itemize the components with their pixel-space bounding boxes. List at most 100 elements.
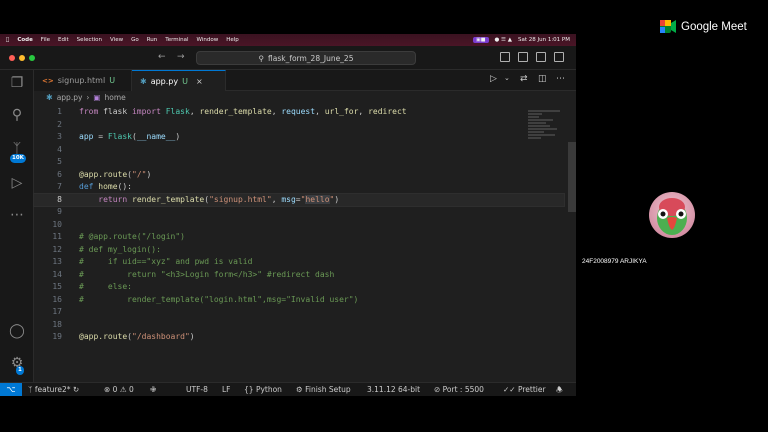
menu-run[interactable]: Run <box>147 37 158 43</box>
notifications-bell-icon[interactable]: 🕭 <box>556 383 563 396</box>
code-line: 2 <box>57 119 62 129</box>
code-line: 5 <box>57 157 62 166</box>
code-line: 19 @app.route("/dashboard") <box>52 332 195 341</box>
participant-tile[interactable]: 24F2008979 ARJIKYA <box>578 162 768 269</box>
code-line: 12 # def my_login(): <box>52 244 161 254</box>
toggle-bottom-panel-icon[interactable] <box>536 52 546 62</box>
editor-tabs: <> signup.html U ✱ app.py U × ▷ ⌄ ⇄ ◫ ⋯ <box>34 70 576 91</box>
toggle-sidebar-icon[interactable] <box>518 52 528 62</box>
run-dropdown-chevron-icon[interactable]: ⌄ <box>504 74 510 82</box>
screen-share-indicator-icon[interactable]: ▣■ <box>473 37 489 43</box>
code-editor[interactable]: 1 from flask import Flask, render_templat… <box>33 104 576 382</box>
branch-indicator[interactable]: ᛉ feature2* ↻ <box>28 383 79 396</box>
code-line: 10 <box>52 219 62 229</box>
command-center-search[interactable]: ⚲ flask_form_28_June_25 <box>196 51 416 65</box>
source-control-badge: 10K <box>10 154 26 163</box>
menu-go[interactable]: Go <box>131 37 139 43</box>
minimize-window-button[interactable] <box>19 55 25 61</box>
tab-status: U <box>109 76 116 85</box>
menu-window[interactable]: Window <box>197 37 219 43</box>
close-window-button[interactable] <box>9 55 15 61</box>
code-line: 16 # render_template("login.html",msg="In… <box>52 294 359 304</box>
google-meet-logo: Google Meet <box>660 20 747 33</box>
google-meet-icon <box>660 20 676 33</box>
tab-status: U <box>182 76 188 86</box>
breadcrumb: ✱ app.py › ▣ home <box>34 91 576 104</box>
chevron-right-icon: › <box>86 93 90 102</box>
code-line: 13 # if uid=="xyz" and pwd is valid <box>52 257 253 266</box>
explorer-icon[interactable]: ❐ <box>8 74 26 92</box>
code-line: 11 # @app.route("/login") <box>52 232 185 241</box>
menu-selection[interactable]: Selection <box>77 37 102 43</box>
settings-badge: 1 <box>16 366 24 375</box>
search-icon[interactable]: ⚲ <box>8 106 26 124</box>
forward-arrow-icon[interactable]: → <box>177 52 185 62</box>
menu-view[interactable]: View <box>110 37 123 43</box>
code-line: 9 <box>57 207 62 216</box>
code-line: 14 # return "<h3>Login form</h3>" #redire… <box>52 269 335 279</box>
prettier-indicator[interactable]: ✓✓ Prettier <box>503 383 546 396</box>
finish-setup-button[interactable]: ⚙ Finish Setup <box>296 383 351 396</box>
back-arrow-icon[interactable]: ← <box>158 52 166 62</box>
code-line: 17 <box>52 307 62 316</box>
code-line: 1 from flask import Flask, render_templat… <box>34 106 564 119</box>
participant-name: 24F2008979 ARJIKYA <box>582 258 647 265</box>
tab-label: app.py <box>150 76 179 86</box>
remote-indicator-icon[interactable]: ⌥ <box>0 383 22 396</box>
more-actions-icon[interactable]: ⋯ <box>556 74 565 84</box>
menu-edit[interactable]: Edit <box>58 37 69 43</box>
command-center-label: flask_form_28_June_25 <box>268 53 354 63</box>
code-line-current: 8 return render_template("signup.html", … <box>33 192 565 207</box>
code-line: 18 <box>52 319 62 329</box>
interpreter-indicator[interactable]: 3.11.12 64-bit <box>367 383 420 396</box>
compare-changes-icon[interactable]: ⇄ <box>520 74 528 84</box>
python-file-icon: ✱ <box>46 93 53 102</box>
code-line: 3 app = Flask(__name__) <box>57 132 181 141</box>
vscode-titlebar: ← → ⚲ flask_form_28_June_25 <box>0 46 576 70</box>
toggle-panel-icon[interactable] <box>500 52 510 62</box>
tab-signup-html[interactable]: <> signup.html U <box>34 70 132 91</box>
account-icon[interactable]: ◯ <box>8 322 26 340</box>
participant-avatar <box>649 192 695 238</box>
encoding-indicator[interactable]: UTF-8 <box>186 383 208 396</box>
run-debug-icon[interactable]: ▷ <box>8 174 26 192</box>
language-indicator[interactable]: {} Python <box>244 383 282 396</box>
status-icons[interactable]: ● ☰ ▲ <box>495 37 512 43</box>
code-line: 6 @app.route("/") <box>57 169 152 179</box>
customize-layout-icon[interactable] <box>554 52 564 62</box>
problems-indicator[interactable]: ⊗ 0 ⚠ 0 <box>104 383 134 396</box>
menubar-clock[interactable]: Sat 28 Jun 1:01 PM <box>518 37 570 43</box>
live-server-port[interactable]: ⊘ Port : 5500 <box>434 383 484 396</box>
screen:  Code File Edit Selection View Go Run T… <box>0 0 768 432</box>
breadcrumb-file[interactable]: app.py <box>57 93 83 102</box>
html-file-icon: <> <box>42 76 54 85</box>
tab-label: signup.html <box>57 76 106 85</box>
macos-menubar:  Code File Edit Selection View Go Run T… <box>0 34 576 46</box>
close-tab-icon[interactable]: × <box>196 77 203 86</box>
python-file-icon: ✱ <box>140 76 147 86</box>
run-python-file-icon[interactable]: ▷ <box>490 74 497 84</box>
menu-file[interactable]: File <box>41 37 50 43</box>
menu-help[interactable]: Help <box>226 37 239 43</box>
editor-scrollbar[interactable] <box>568 142 576 212</box>
tab-app-py[interactable]: ✱ app.py U × <box>132 70 226 91</box>
minimap[interactable] <box>528 110 564 160</box>
split-editor-icon[interactable]: ◫ <box>538 74 547 84</box>
activity-bar: ❐ ⚲ ᛉ 10K ▷ ⋯ ◯ ⚙ 1 <box>0 70 34 382</box>
function-symbol-icon: ▣ <box>93 93 101 102</box>
more-icon[interactable]: ⋯ <box>8 206 26 224</box>
menu-app-name[interactable]: Code <box>17 37 32 43</box>
parrot-icon <box>657 198 687 235</box>
menu-terminal[interactable]: Terminal <box>165 37 188 43</box>
code-line: 7 def home(): <box>57 182 132 191</box>
search-icon: ⚲ <box>258 53 265 63</box>
status-bar: ⌥ ᛉ feature2* ↻ ⊗ 0 ⚠ 0 ✙ UTF-8 LF {} Py… <box>0 382 576 396</box>
breadcrumb-symbol[interactable]: home <box>105 93 126 102</box>
eol-indicator[interactable]: LF <box>222 383 231 396</box>
code-line: 4 <box>57 144 62 154</box>
ports-icon[interactable]: ✙ <box>150 383 156 396</box>
maximize-window-button[interactable] <box>29 55 35 61</box>
apple-icon[interactable]:  <box>6 37 9 43</box>
shared-screen:  Code File Edit Selection View Go Run T… <box>0 34 576 396</box>
code-line-text: from flask import Flask, render_template… <box>79 107 407 116</box>
